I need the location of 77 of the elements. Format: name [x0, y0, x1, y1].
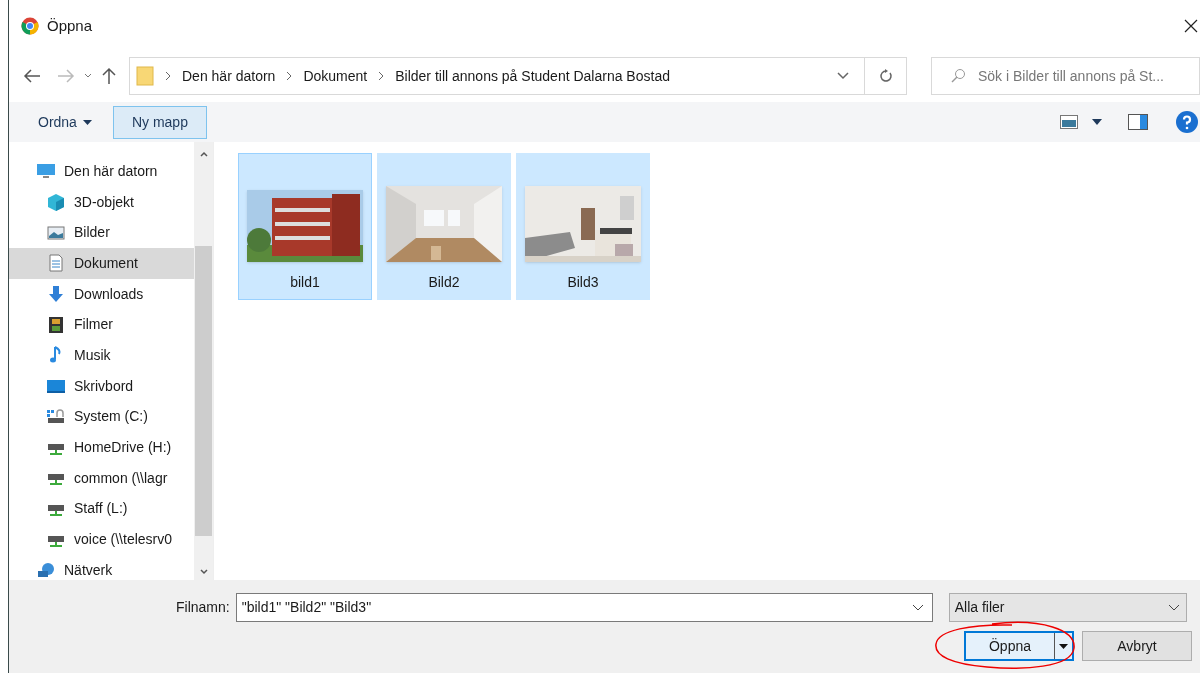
film-icon	[46, 314, 66, 335]
scrollbar-thumb[interactable]	[195, 246, 213, 536]
file-name: Bild3	[567, 273, 599, 292]
chevron-down-icon[interactable]	[911, 603, 924, 612]
sidebar-item[interactable]: Staff (L:)	[9, 493, 195, 525]
sidebar-item[interactable]: HomeDrive (H:)	[9, 432, 195, 463]
search-icon	[950, 68, 966, 84]
view-icon[interactable]	[1060, 115, 1078, 129]
chevron-down-icon[interactable]	[83, 72, 93, 80]
sidebar-item[interactable]: Bilder	[9, 217, 195, 249]
breadcrumb[interactable]: Den här datorn	[182, 65, 276, 87]
cube-icon	[46, 192, 66, 213]
chevron-right-icon	[285, 71, 294, 81]
sidebar-item[interactable]: Musik	[9, 340, 195, 371]
file-thumbnail[interactable]: bild1	[238, 153, 372, 300]
new-folder-button[interactable]: Ny mapp	[112, 105, 207, 139]
network-icon	[36, 560, 56, 580]
scroll-down-icon[interactable]	[198, 568, 209, 576]
sidebar-label: Nätverk	[64, 560, 113, 580]
sidebar-label: Skrivbord	[74, 376, 134, 396]
sidebar-label: 3D-objekt	[74, 192, 134, 212]
sidebar-item[interactable]: Skrivbord	[9, 370, 195, 402]
filename-box[interactable]: "bild1" "Bild2" "Bild3"	[235, 593, 933, 622]
sidebar-label: Staff (L:)	[74, 499, 128, 519]
breadcrumb[interactable]: Dokument	[303, 65, 368, 87]
up-arrow-icon[interactable]	[101, 67, 117, 85]
sidebar-item[interactable]: common (\\lagr	[9, 462, 195, 494]
file-name: Bild2	[428, 273, 460, 292]
document-icon	[46, 253, 66, 274]
help-icon[interactable]	[1176, 111, 1198, 133]
sidebar-item[interactable]: System (C:)	[9, 401, 195, 433]
caret-icon[interactable]	[1059, 643, 1068, 649]
scrollbar[interactable]	[194, 142, 213, 580]
caret-icon[interactable]	[1092, 119, 1102, 125]
sidebar-label: Den här datorn	[64, 161, 158, 181]
window-title: Öppna	[47, 15, 93, 36]
address-bar[interactable]: Den här datorn Dokument Bilder till annons på Student Dalarna Bostad	[129, 57, 907, 95]
cancel-button[interactable]: Avbryt	[1082, 631, 1192, 661]
sidebar-item[interactable]: Nätverk	[9, 554, 195, 580]
sidebar-item[interactable]: Downloads	[9, 278, 195, 310]
file-name: bild1	[290, 273, 320, 292]
sidebar-label: Bilder	[74, 223, 110, 243]
open-button[interactable]: Öppna	[964, 631, 1074, 661]
file-thumbnail[interactable]: Bild2	[377, 153, 511, 300]
chevron-down-icon[interactable]	[836, 71, 850, 81]
chevron-right-icon	[377, 71, 386, 81]
breadcrumb[interactable]: Bilder till annons på Student Dalarna Bostad	[395, 65, 670, 87]
file-thumbnail[interactable]: Bild3	[516, 153, 650, 300]
sidebar-label: common (\\lagr	[74, 468, 168, 488]
sidebar-label: HomeDrive (H:)	[74, 438, 172, 458]
file-type-dropdown[interactable]: Alla filer	[948, 593, 1187, 622]
close-icon[interactable]	[1184, 19, 1198, 33]
folder-icon	[136, 66, 154, 86]
back-arrow-icon[interactable]	[23, 68, 41, 84]
search-field[interactable]: Sök i Bilder till annons på St...	[978, 65, 1188, 87]
sidebar-item[interactable]: voice (\\telesrv0	[9, 524, 195, 555]
chevron-down-icon	[1167, 603, 1180, 612]
sidebar-label: Dokument	[74, 253, 138, 273]
sidebar-label: Musik	[74, 345, 111, 365]
browser-logo-icon	[21, 17, 39, 35]
organize-button[interactable]: Ordna	[29, 106, 101, 138]
search-box[interactable]: Sök i Bilder till annons på St...	[931, 57, 1200, 95]
sidebar-label: System (C:)	[74, 407, 148, 427]
filename-field[interactable]: "bild1" "Bild2" "Bild3"	[241, 597, 912, 618]
sidebar-label: voice (\\telesrv0	[74, 530, 173, 550]
sidebar-item[interactable]: Filmer	[9, 309, 195, 341]
refresh-icon[interactable]	[878, 69, 893, 83]
sidebar-label: Downloads	[74, 284, 144, 304]
sidebar-item[interactable]: Dokument	[9, 248, 195, 279]
caret-icon	[82, 119, 92, 125]
scroll-up-icon[interactable]	[198, 150, 209, 158]
sidebar-item[interactable]: 3D-objekt	[9, 186, 195, 218]
sidebar-item[interactable]: Den här datorn	[9, 156, 195, 187]
preview-pane-icon[interactable]	[1128, 114, 1148, 130]
sidebar-label: Filmer	[74, 315, 113, 335]
filename-label: Filnamn:	[176, 598, 230, 617]
chevron-right-icon	[164, 71, 172, 81]
